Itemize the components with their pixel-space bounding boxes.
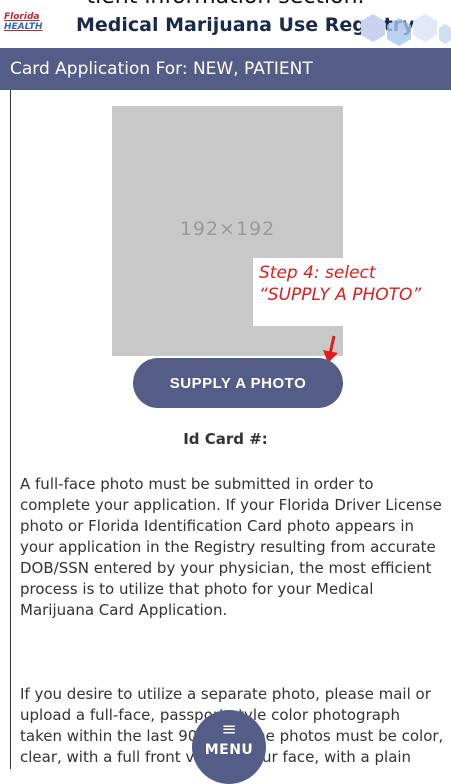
menu-button-label: MENU <box>204 742 254 758</box>
photo-placeholder-label: 192×192 <box>179 218 276 240</box>
application-header: Card Application For: NEW, PATIENT <box>0 48 451 90</box>
supply-photo-button[interactable]: SUPPLY A PHOTO <box>133 358 343 408</box>
callout-line-2: “SUPPLY A PHOTO” <box>259 285 422 305</box>
app-topbar: Florida HEALTH Medical Marijuana Use Reg… <box>0 8 451 48</box>
clipped-heading-text: tient information section. <box>0 0 451 8</box>
menu-button[interactable]: ≡ MENU <box>192 710 266 784</box>
id-card-label: Id Card #: <box>183 430 268 448</box>
step-callout: Step 4: select “SUPPLY A PHOTO” <box>253 258 438 326</box>
logo-line-2: HEALTH <box>4 22 43 32</box>
florida-health-logo: Florida HEALTH <box>4 12 43 32</box>
logo-line-1: Florida <box>4 12 40 22</box>
photo-requirement-paragraph: A full-face photo must be submitted in o… <box>20 475 442 619</box>
hexagon-decoration-icon <box>361 14 451 46</box>
application-header-title: Card Application For: NEW, PATIENT <box>10 59 313 79</box>
hamburger-icon: ≡ <box>221 719 237 740</box>
callout-line-1: Step 4: select <box>259 263 376 283</box>
